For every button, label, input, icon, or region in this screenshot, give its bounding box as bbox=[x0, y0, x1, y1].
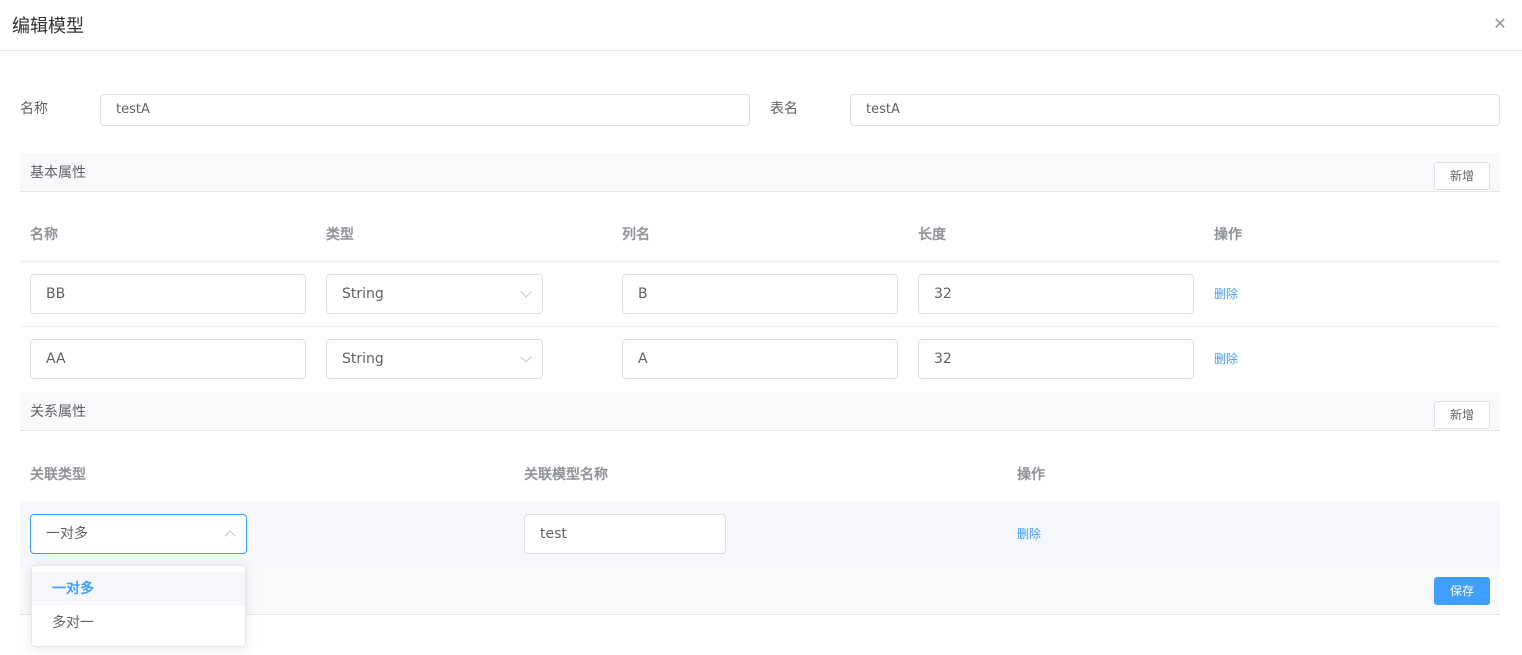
header-relation-action: 操作 bbox=[1017, 467, 1045, 483]
attr-type-select[interactable]: String bbox=[326, 274, 543, 314]
attr-name-input[interactable]: BB bbox=[30, 274, 306, 314]
delete-attribute-link[interactable]: 删除 bbox=[1214, 285, 1238, 303]
relation-type-value: 一对多 bbox=[46, 526, 88, 542]
name-label: 名称 bbox=[20, 101, 48, 117]
chevron-down-icon bbox=[520, 351, 532, 363]
basic-attributes-bar: 基本属性 新增 bbox=[20, 153, 1500, 192]
dropdown-option-many-to-one[interactable]: 多对一 bbox=[32, 606, 245, 640]
attr-length-input[interactable]: 32 bbox=[918, 274, 1194, 314]
attr-column-input[interactable]: B bbox=[622, 274, 898, 314]
attr-length-input[interactable]: 32 bbox=[918, 339, 1194, 379]
header-name: 名称 bbox=[30, 227, 58, 243]
save-button[interactable]: 保存 bbox=[1434, 577, 1490, 605]
delete-attribute-link[interactable]: 删除 bbox=[1214, 350, 1238, 368]
attr-type-value: String bbox=[342, 286, 384, 302]
relation-type-select[interactable]: 一对多 bbox=[30, 514, 247, 554]
dropdown-option-one-to-many[interactable]: 一对多 bbox=[32, 572, 245, 606]
add-basic-attribute-button[interactable]: 新增 bbox=[1434, 162, 1490, 190]
chevron-down-icon bbox=[520, 286, 532, 298]
attr-type-value: String bbox=[342, 351, 384, 367]
row-divider bbox=[20, 326, 1500, 327]
header-relation-model: 关联模型名称 bbox=[524, 467, 608, 483]
attr-column-input[interactable]: A bbox=[622, 339, 898, 379]
header-column: 列名 bbox=[622, 227, 650, 243]
table-name-input[interactable]: testA bbox=[850, 94, 1500, 126]
header-type: 类型 bbox=[326, 227, 354, 243]
relation-type-dropdown: 一对多 多对一 bbox=[31, 565, 246, 647]
header-length: 长度 bbox=[918, 227, 946, 243]
row-divider bbox=[20, 261, 1500, 262]
table-name-label: 表名 bbox=[770, 101, 798, 117]
relation-attributes-title: 关系属性 bbox=[30, 404, 86, 420]
chevron-up-icon bbox=[224, 530, 236, 542]
header-relation-type: 关联类型 bbox=[30, 467, 86, 483]
name-input[interactable]: testA bbox=[100, 94, 750, 126]
delete-relation-link[interactable]: 删除 bbox=[1017, 525, 1041, 543]
attr-type-select[interactable]: String bbox=[326, 339, 543, 379]
close-icon[interactable]: ✕ bbox=[1490, 14, 1510, 34]
basic-attributes-title: 基本属性 bbox=[30, 165, 86, 181]
dialog-header: 编辑模型 ✕ bbox=[0, 0, 1522, 51]
relation-model-input[interactable]: test bbox=[524, 514, 726, 554]
add-relation-button[interactable]: 新增 bbox=[1434, 401, 1490, 429]
dialog-title: 编辑模型 bbox=[12, 16, 84, 37]
attr-name-input[interactable]: AA bbox=[30, 339, 306, 379]
header-action: 操作 bbox=[1214, 227, 1242, 243]
relation-attributes-bar: 关系属性 新增 bbox=[20, 392, 1500, 431]
